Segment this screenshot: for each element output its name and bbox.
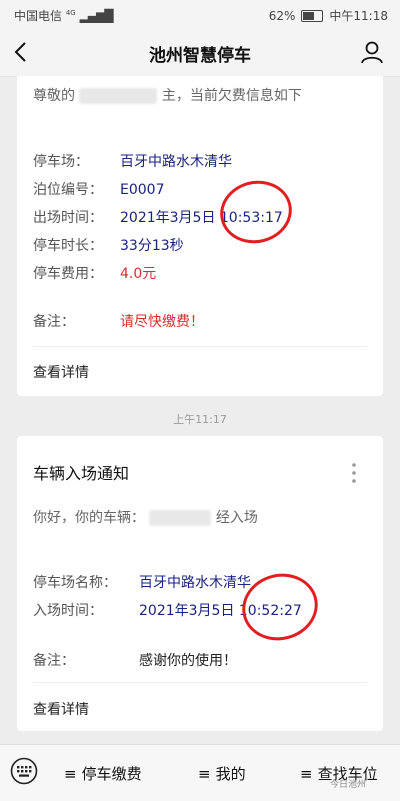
person-icon[interactable] — [358, 38, 386, 66]
signal-icon: ▂▄▆█ — [79, 9, 114, 23]
message-timestamp: 上午11:17 — [173, 413, 227, 426]
remark-label: 备注： — [33, 653, 75, 669]
watermark: 今日池州 — [330, 780, 367, 790]
page-title: 池州智慧停车 — [149, 46, 251, 66]
fee-value: 4.0元 — [120, 266, 157, 282]
greeting-end: 主，当前欠费信息如下 — [161, 88, 302, 104]
field-exit-time: 出场时间： 2021年3月5日 10:53:17 — [33, 207, 373, 227]
more-options-icon[interactable] — [351, 462, 357, 484]
field-lot: 停车场： 百牙中路水木清华 — [33, 151, 373, 171]
field-fee: 停车费用： 4.0元 — [33, 263, 373, 283]
arrears-card: 尊敬的 主，当前欠费信息如下 停车场： 百牙中路水木清华 泊位编号： E0007 出… — [17, 76, 383, 396]
menu-icon: ≡ — [300, 765, 313, 783]
field-label: 停车场名称： — [33, 575, 117, 591]
field-label: 出场时间： — [33, 210, 103, 226]
field-label: 停车费用： — [33, 266, 103, 282]
greeting-start: 你好，你的车辆： — [33, 510, 145, 526]
battery-percent: 62% — [268, 8, 296, 23]
card1-greeting: 尊敬的 主，当前欠费信息如下 — [33, 85, 302, 105]
nav-bar: 池州智慧停车 — [0, 28, 400, 77]
status-right: 62% 中午11:18 — [269, 7, 388, 24]
clock: 中午11:18 — [329, 9, 388, 23]
card-title: 车辆入场通知 — [33, 464, 130, 483]
field-value: 33分13秒 — [120, 238, 184, 254]
remark-label: 备注： — [33, 314, 75, 330]
card2-greeting: 你好，你的车辆： 经入场 — [33, 507, 258, 527]
field-value: 百牙中路水木清华 — [120, 154, 232, 170]
redacted-plate — [79, 88, 158, 104]
card-divider — [33, 346, 367, 347]
greeting-end: 经入场 — [215, 510, 258, 526]
field-remark: 备注： 感谢你的使用！ — [33, 650, 373, 670]
view-details-link[interactable]: 查看详情 — [33, 362, 89, 382]
field-berth: 泊位编号： E0007 — [33, 179, 373, 199]
network-label: 4G — [65, 9, 76, 17]
field-label: 停车时长： — [33, 238, 103, 254]
menu-parking-payment[interactable]: ≡ 停车缴费 — [64, 763, 142, 784]
menu-mine[interactable]: ≡ 我的 — [198, 763, 246, 784]
battery-fill — [303, 11, 314, 20]
bottom-menu: ≡ 停车缴费 ≡ 我的 ≡ 查找车位 今日池州 — [0, 744, 400, 801]
greeting-start: 尊敬的 — [33, 88, 75, 104]
field-duration: 停车时长： 33分13秒 — [33, 235, 373, 255]
battery-icon — [301, 9, 324, 22]
field-label: 入场时间： — [33, 603, 103, 619]
remark-value: 感谢你的使用！ — [139, 653, 237, 669]
carrier-label: 中国电信 — [14, 9, 63, 23]
redacted-plate — [149, 510, 212, 526]
field-value: 百牙中路水木清华 — [139, 575, 251, 591]
field-label: 停车场： — [33, 154, 89, 170]
menu-icon: ≡ — [198, 765, 211, 783]
menu-label: 停车缴费 — [81, 765, 142, 783]
carrier-info: 中国电信 4G ▂▄▆█ — [14, 7, 114, 24]
field-remark: 备注： 请尽快缴费！ — [33, 311, 373, 331]
menu-label: 我的 — [215, 765, 246, 783]
keyboard-icon[interactable] — [10, 757, 38, 785]
card-divider — [33, 682, 367, 683]
field-lot-name: 停车场名称： 百牙中路水木清华 — [33, 572, 373, 592]
field-label: 泊位编号： — [33, 182, 103, 198]
view-details-link[interactable]: 查看详情 — [33, 699, 89, 719]
field-value: E0007 — [120, 182, 165, 198]
entry-notice-card: 车辆入场通知 你好，你的车辆： 经入场 停车场名称： 百牙中路水木清华 入场时间：… — [17, 436, 383, 731]
status-bar: 中国电信 4G ▂▄▆█ 62% 中午11:18 — [0, 0, 400, 28]
menu-icon: ≡ — [64, 765, 77, 783]
remark-value: 请尽快缴费！ — [120, 314, 204, 330]
field-entry-time: 入场时间： 2021年3月5日 10:52:27 — [33, 600, 373, 620]
